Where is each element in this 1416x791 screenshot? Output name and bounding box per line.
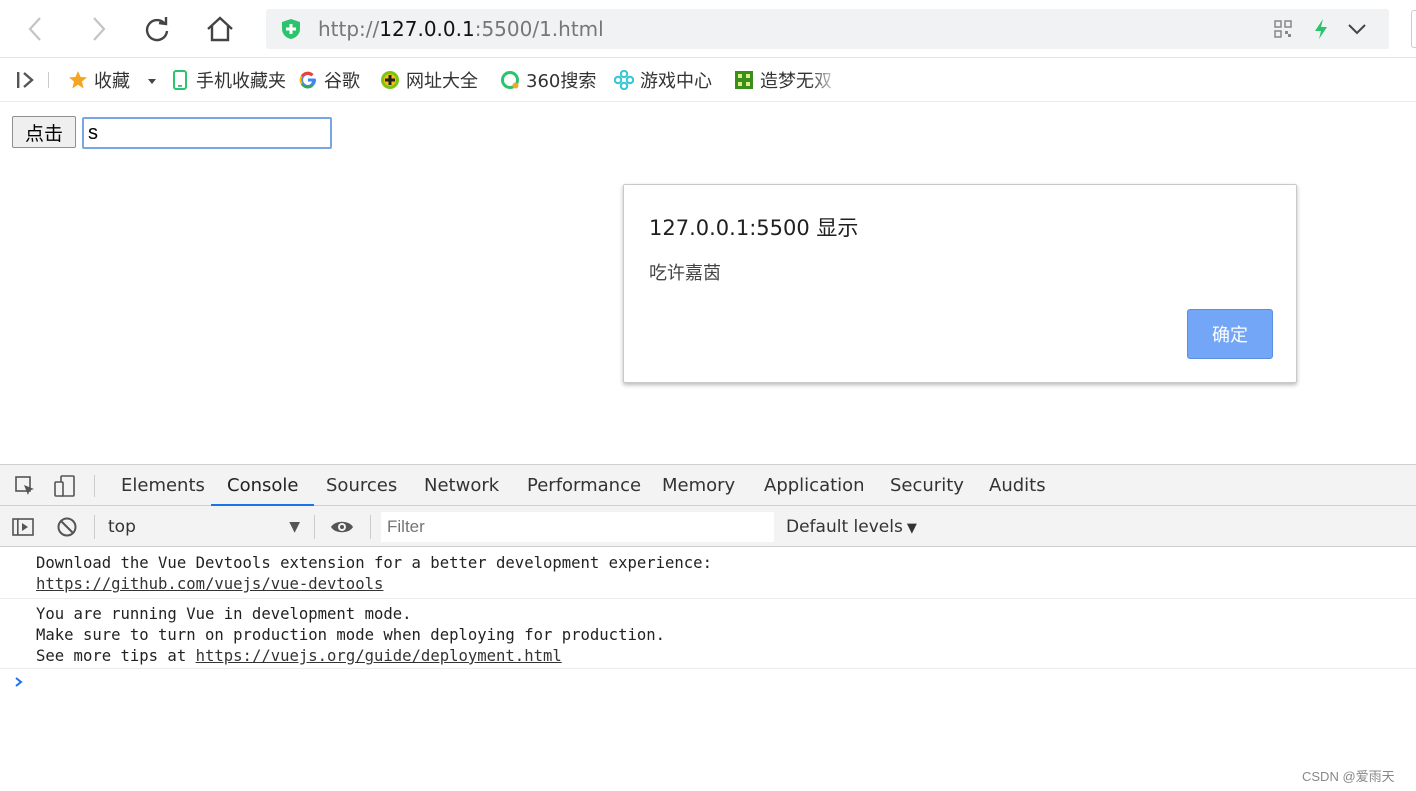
caret-down-icon[interactable] — [146, 76, 158, 86]
tab-network[interactable]: Network — [408, 465, 515, 506]
bookmark-label: 造梦无双 — [760, 67, 832, 93]
console-message: Download the Vue Devtools extension for … — [0, 553, 1416, 599]
bookmarks-bar: 收藏 手机收藏夹 谷歌 网址大全 360搜索 游戏中心 造梦无双 — [0, 58, 1416, 102]
alert-dialog: 127.0.0.1:5500 显示 吃许嘉茵 确定 — [623, 184, 1297, 383]
bookmark-game-center[interactable]: 游戏中心 — [614, 67, 712, 93]
text-input[interactable] — [82, 117, 332, 149]
bookmark-label: 360搜索 — [526, 71, 597, 92]
inspect-element-icon[interactable] — [14, 475, 36, 497]
side-panel-edge — [1411, 10, 1416, 48]
bookmark-directory[interactable]: 网址大全 — [380, 67, 478, 93]
dropdown-arrow-icon: ▼ — [289, 519, 300, 535]
tab-elements[interactable]: Elements — [105, 465, 221, 506]
chevron-down-icon[interactable] — [1346, 20, 1368, 38]
context-label: top — [108, 517, 136, 537]
bookmark-google[interactable]: 谷歌 — [298, 67, 360, 93]
bookmark-label: 网址大全 — [406, 71, 478, 92]
eye-icon[interactable] — [330, 516, 354, 538]
bookmark-favorites[interactable]: 收藏 — [68, 67, 130, 93]
tab-performance[interactable]: Performance — [511, 465, 657, 506]
console-output: Download the Vue Devtools extension for … — [0, 547, 1416, 791]
bookmark-label: 手机收藏夹 — [196, 71, 286, 92]
watermark: CSDN @爱雨天 — [1302, 769, 1395, 784]
tab-application[interactable]: Application — [748, 465, 881, 506]
url-text: http://127.0.0.1:5500/1.html — [318, 17, 604, 41]
tab-memory[interactable]: Memory — [646, 465, 751, 506]
qr-code-icon[interactable] — [1274, 20, 1292, 38]
bookmark-zaomeng[interactable]: 造梦无双 — [734, 67, 832, 93]
web-directory-icon — [381, 71, 399, 89]
tab-audits[interactable]: Audits — [973, 465, 1062, 506]
tab-security[interactable]: Security — [874, 465, 980, 506]
console-line: See more tips at — [36, 647, 196, 665]
console-line: Download the Vue Devtools extension for … — [36, 554, 712, 572]
toolbar-separator — [314, 515, 315, 539]
alert-message: 吃许嘉茵 — [649, 263, 721, 284]
devtools-tab-bar: Elements Console Sources Network Perform… — [0, 464, 1416, 506]
game-center-icon — [614, 70, 634, 90]
console-line: You are running Vue in development mode. — [36, 605, 412, 623]
alert-ok-button[interactable]: 确定 — [1187, 309, 1273, 359]
bookmark-label: 收藏 — [94, 71, 130, 92]
bookmark-label: 游戏中心 — [640, 71, 712, 92]
game-logo-icon — [735, 71, 753, 89]
secure-shield-icon — [282, 19, 300, 39]
bookmark-mobile[interactable]: 手机收藏夹 — [170, 67, 286, 93]
console-toolbar: top▼ Default levels▼ — [0, 506, 1416, 547]
device-toolbar-icon[interactable] — [54, 475, 76, 497]
console-prompt-icon[interactable] — [12, 675, 26, 689]
forward-arrow-icon — [93, 17, 106, 41]
console-sidebar-icon[interactable] — [12, 516, 34, 538]
phone-icon — [173, 70, 187, 90]
log-levels-dropdown[interactable]: Default levels ▼ — [786, 514, 917, 542]
console-line: Make sure to turn on production mode whe… — [36, 626, 666, 644]
home-icon — [207, 16, 233, 42]
sidebar-toggle-icon[interactable] — [14, 70, 40, 90]
console-link[interactable]: https://github.com/vuejs/vue-devtools — [36, 575, 383, 593]
browser-toolbar: http://127.0.0.1:5500/1.html — [0, 0, 1416, 58]
toolbar-separator — [94, 515, 95, 539]
devtools-divider — [94, 475, 95, 497]
context-selector[interactable]: top ▼ — [108, 514, 304, 540]
bookmarks-separator — [48, 72, 49, 88]
reload-icon — [145, 17, 169, 42]
alert-title: 127.0.0.1:5500 显示 — [649, 216, 859, 240]
address-bar[interactable]: http://127.0.0.1:5500/1.html — [266, 9, 1389, 49]
tab-sources[interactable]: Sources — [310, 465, 413, 506]
bookmark-360-search[interactable]: 360搜索 — [500, 67, 596, 93]
search-360-icon — [501, 71, 519, 89]
click-button[interactable]: 点击 — [12, 116, 76, 148]
lightning-icon[interactable] — [1312, 18, 1330, 40]
google-icon — [299, 71, 316, 89]
console-link[interactable]: https://vuejs.org/guide/deployment.html — [196, 647, 562, 665]
console-filter-input[interactable] — [381, 512, 774, 542]
levels-label: Default levels — [786, 517, 903, 537]
home-button[interactable] — [202, 10, 238, 48]
tab-console[interactable]: Console — [211, 465, 315, 506]
back-button[interactable] — [18, 10, 54, 48]
bookmark-label: 谷歌 — [324, 71, 360, 92]
console-message: You are running Vue in development mode.… — [0, 604, 1416, 669]
star-icon — [69, 71, 87, 89]
back-arrow-icon — [28, 17, 41, 41]
toolbar-separator — [370, 515, 371, 539]
forward-button[interactable] — [80, 10, 116, 48]
clear-console-icon[interactable] — [56, 516, 78, 538]
dropdown-arrow-icon: ▼ — [906, 521, 917, 536]
reload-button[interactable] — [139, 10, 175, 48]
